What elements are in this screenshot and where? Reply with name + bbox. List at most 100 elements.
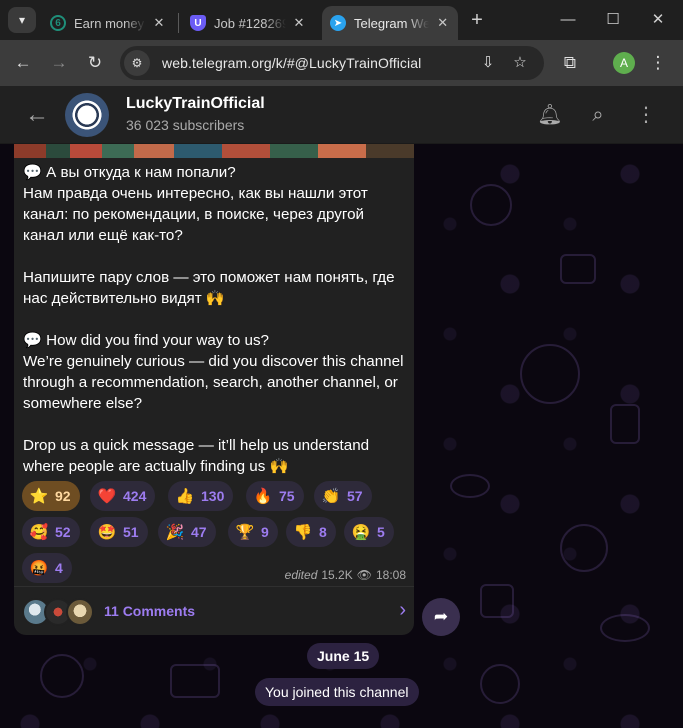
site-info-icon[interactable]: ⚙ [124, 50, 150, 76]
reaction-vomit[interactable]: 🤮 5 [344, 517, 394, 547]
party-popper-icon: 🎉 [165, 524, 185, 541]
post-time: 18:08 [375, 568, 406, 582]
commenter-avatar [66, 598, 94, 626]
reaction-clap[interactable]: 👏 57 [314, 481, 372, 511]
post-text: 💬 А вы откуда к нам попали? Нам правда о… [23, 162, 409, 477]
post-paragraph: Drop us a quick message — it’ll help us … [23, 437, 374, 475]
doodle-pattern [520, 344, 580, 404]
subscriber-count: 36 023 subscribers [126, 117, 245, 133]
reaction-smiling-hearts[interactable]: 🥰 52 [22, 517, 80, 547]
smiling-hearts-icon: 🥰 [29, 524, 49, 541]
thumbs-up-icon: 👍 [175, 488, 195, 505]
channel-name[interactable]: LuckyTrainOfficial [126, 95, 265, 113]
address-bar[interactable]: ⚙ web.telegram.org/k/#@LuckyTrainOfficia… [120, 46, 544, 80]
doodle-pattern [450, 474, 490, 498]
joined-channel-notice: You joined this channel [255, 678, 419, 706]
forward-icon[interactable]: → [47, 51, 71, 75]
channel-header: ← LuckyTrainOfficial 36 023 subscribers … [0, 86, 683, 144]
reaction-star-struck[interactable]: 🤩 51 [90, 517, 148, 547]
reaction-fire[interactable]: 🔥 75 [246, 481, 304, 511]
star-icon: ⭐ [29, 488, 49, 505]
search-icon[interactable]: ⌕ [585, 102, 611, 128]
more-options-icon[interactable]: ⋮ [633, 102, 659, 128]
reload-icon[interactable]: ↻ [83, 51, 107, 75]
doodle-pattern [600, 614, 650, 642]
tab-search-menu-button[interactable]: ▾ [8, 7, 36, 33]
browser-tab-telegram[interactable]: ➤ Telegram We ✕ [322, 6, 458, 40]
reaction-thumbs-down[interactable]: 👎 8 [286, 517, 336, 547]
install-app-icon[interactable]: ⇩ [476, 51, 500, 75]
doodle-pattern [480, 584, 514, 618]
reaction-count: 5 [377, 524, 385, 540]
extensions-icon[interactable]: ⧉ [558, 51, 582, 75]
date-separator: June 15 [307, 643, 380, 669]
browser-tab-strip: ▾ 6 Earn money s ✕ U Job #128269 ✕ ➤ Tel… [0, 0, 683, 40]
vomiting-face-icon: 🤮 [351, 524, 371, 541]
reaction-heart[interactable]: ❤️ 424 [90, 481, 156, 511]
browser-tab-earn[interactable]: 6 Earn money s ✕ [42, 6, 174, 40]
close-window-icon[interactable]: ✕ [646, 8, 670, 32]
profile-avatar[interactable]: A [613, 52, 635, 74]
reaction-count: 8 [319, 524, 327, 540]
reaction-party[interactable]: 🎉 47 [158, 517, 216, 547]
reaction-count: 51 [123, 524, 139, 540]
reaction-count: 75 [279, 488, 295, 504]
reaction-cursing[interactable]: 🤬 4 [22, 553, 72, 583]
reaction-thumbs-up[interactable]: 👍 130 [168, 481, 234, 511]
reaction-count: 9 [261, 524, 269, 540]
new-tab-button[interactable]: + [466, 9, 488, 31]
star-struck-icon: 🤩 [97, 524, 117, 541]
heart-icon: ❤️ [97, 488, 117, 505]
edited-label: edited [284, 568, 318, 582]
minimize-icon[interactable]: — [556, 8, 580, 32]
close-tab-icon[interactable]: ✕ [152, 15, 166, 31]
browser-toolbar: ← → ↻ ⚙ web.telegram.org/k/#@LuckyTrainO… [0, 40, 683, 86]
doodle-pattern [170, 664, 220, 698]
doodle-pattern [560, 524, 608, 572]
doodle-pattern [480, 664, 520, 704]
post-paragraph: 💬 How did you find your way to us? We’re… [23, 332, 404, 412]
back-arrow-icon[interactable]: ← [24, 102, 50, 128]
doodle-pattern [470, 184, 512, 226]
view-count: 15.2K [321, 568, 353, 582]
reaction-count: 4 [55, 560, 63, 576]
clapping-hands-icon: 👏 [321, 488, 341, 505]
post-image[interactable] [14, 144, 414, 158]
comments-count[interactable]: 11 Comments [104, 603, 195, 619]
tab-title: Job #128269 [214, 15, 286, 31]
browser-menu-icon[interactable]: ⋮ [646, 51, 670, 75]
doodle-pattern [610, 404, 640, 444]
reaction-count: 52 [55, 524, 71, 540]
tab-title: Telegram We [354, 15, 430, 31]
tab-title: Earn money s [74, 15, 146, 31]
chevron-right-icon: › [399, 599, 406, 621]
channel-avatar[interactable] [65, 93, 109, 137]
share-icon[interactable]: ➦ [422, 598, 460, 636]
cursing-face-icon: 🤬 [29, 560, 49, 577]
doodle-pattern [560, 254, 596, 284]
close-tab-icon[interactable]: ✕ [292, 15, 306, 31]
browser-tab-job[interactable]: U Job #128269 ✕ [182, 6, 314, 40]
doodle-pattern [40, 654, 84, 698]
maximize-icon[interactable]: ☐ [601, 8, 625, 32]
bell-icon[interactable]: 🔔︎ [537, 102, 563, 128]
eye-icon: 👁︎ [356, 568, 372, 582]
reaction-count: 130 [201, 488, 225, 504]
reaction-count: 47 [191, 524, 207, 540]
trophy-icon: 🏆 [235, 524, 255, 541]
reaction-star[interactable]: ⭐ 92 [22, 481, 80, 511]
channel-post[interactable]: 💬 А вы откуда к нам попали? Нам правда о… [14, 144, 414, 635]
thumbs-down-icon: 👎 [293, 524, 313, 541]
comments-button[interactable]: 11 Comments › [14, 586, 414, 635]
tab-separator [178, 13, 179, 33]
url-text[interactable]: web.telegram.org/k/#@LuckyTrainOfficial [162, 55, 421, 71]
fire-icon: 🔥 [253, 488, 273, 505]
job-shield-icon: U [190, 15, 206, 31]
reaction-count: 57 [347, 488, 363, 504]
back-icon[interactable]: ← [11, 51, 35, 75]
reaction-trophy[interactable]: 🏆 9 [228, 517, 278, 547]
close-tab-icon[interactable]: ✕ [435, 15, 450, 31]
earn-icon: 6 [50, 15, 66, 31]
bookmark-star-icon[interactable]: ☆ [508, 51, 532, 75]
reaction-count: 424 [123, 488, 147, 504]
